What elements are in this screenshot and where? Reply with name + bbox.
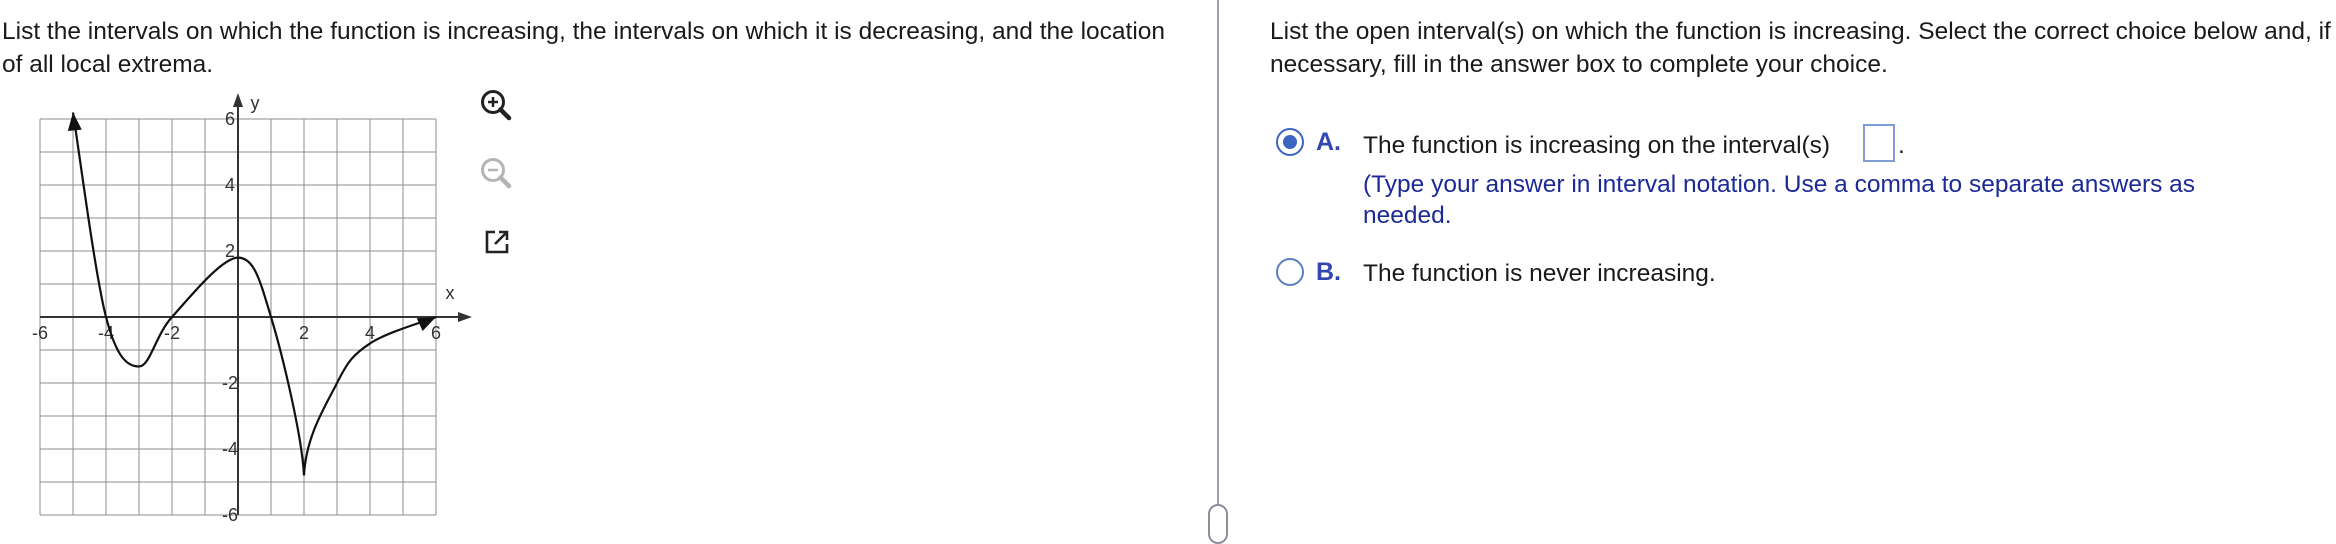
question-pane: List the intervals on which the function… [0, 0, 1215, 525]
y-axis-arrow [233, 93, 243, 107]
zoom-out-icon [481, 158, 512, 189]
choice-a-hint: (Type your answer in interval notation. … [1363, 171, 2196, 229]
y-tick-label: 6 [225, 109, 235, 129]
choice-a-letter: A. [1316, 128, 1341, 156]
x-tick-label: 4 [365, 323, 375, 343]
prompt-text: List the open interval(s) on which the f… [1270, 18, 2331, 78]
curve-arrows [67, 112, 436, 331]
y-tick-label: 4 [225, 175, 235, 195]
answer-pane: List the open interval(s) on which the f… [1270, 0, 2336, 524]
choice-a-text: The function is increasing on the interv… [1363, 132, 1831, 159]
pane-resize-handle[interactable] [1208, 504, 1228, 544]
choice-a-radio[interactable] [1276, 128, 1304, 156]
graph-tick-labels: xy-6 -4 -2 2 4 6642-2-4-6 [32, 93, 455, 525]
x-tick-label: 2 [299, 323, 309, 343]
function-graph: xy-6 -4 -2 2 4 6642-2-4-6 [32, 93, 472, 525]
external-link-icon [485, 230, 509, 254]
y-tick-label: -2 [222, 373, 238, 393]
y-tick-label: -6 [222, 505, 238, 525]
choice-b-radio[interactable] [1276, 258, 1304, 286]
graph-axes [40, 93, 472, 515]
curve-start-arrow [67, 112, 82, 132]
x-axis-label: x [446, 283, 455, 303]
choice-b-letter: B. [1316, 258, 1341, 286]
question-text: List the intervals on which the function… [2, 18, 1166, 78]
pane-divider[interactable] [1217, 0, 1219, 524]
x-tick-label: -6 [32, 323, 48, 343]
zoom-in-icon [481, 90, 512, 121]
interval-answer-input[interactable] [1863, 124, 1895, 162]
popout-button[interactable] [470, 215, 524, 269]
x-tick-label: 6 [431, 323, 441, 343]
y-tick-label: -4 [222, 439, 238, 459]
choice-a-period: . [1898, 132, 1905, 159]
zoom-out-button[interactable] [470, 147, 524, 201]
x-axis-arrow [458, 312, 472, 322]
choice-b-text: The function is never increasing. [1363, 260, 1716, 287]
y-axis-label: y [251, 93, 260, 113]
function-curve [71, 112, 437, 476]
zoom-in-button[interactable] [470, 79, 524, 133]
